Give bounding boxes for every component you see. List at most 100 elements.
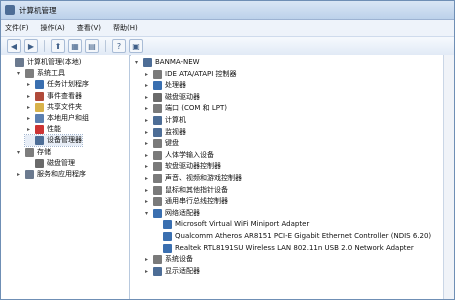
device-tree-item[interactable]: ▸ IDE ATA/ATAPI 控制器	[143, 69, 237, 80]
device-tree-item[interactable]: ▸ 键盘	[143, 138, 179, 149]
expander-icon[interactable]: ▸	[25, 115, 32, 122]
expander-icon[interactable]: ▾	[15, 149, 22, 156]
tree-node-icon	[153, 162, 162, 172]
menu-bar: 文件(F) 操作(A) 查看(V) 帮助(H)	[1, 20, 454, 37]
device-tree-item[interactable]: ▾ BANMA-NEW	[133, 57, 200, 68]
expander-icon[interactable]: ▸	[25, 93, 32, 100]
device-tree-item[interactable]: ▾ 网络适配器	[143, 208, 200, 219]
device-tree-item[interactable]: ▸ 声音、视频和游戏控制器	[143, 173, 242, 184]
expander-icon[interactable]: ▾	[15, 70, 22, 77]
tree-node-icon	[35, 125, 44, 135]
expander-icon[interactable]: ▸	[143, 268, 150, 275]
device-tree-item[interactable]: ▸ 监视器	[143, 127, 186, 138]
device-tree-item-label: 键盘	[165, 139, 179, 148]
device-tree-item[interactable]: ▸ 处理器	[143, 80, 186, 91]
expander-icon[interactable]: ▾	[133, 59, 140, 66]
tree-node-icon	[35, 158, 44, 168]
device-tree-item[interactable]: ▸ 端口 (COM 和 LPT)	[143, 103, 227, 114]
nav-tree-item[interactable]: ▾ 系统工具	[15, 68, 65, 79]
nav-tree-item[interactable]: ▸ 本地用户和组	[25, 113, 89, 124]
tree-node-icon	[153, 208, 162, 218]
nav-tree-item-label: 设备管理器	[47, 136, 82, 145]
expander-icon[interactable]: ▸	[15, 171, 22, 178]
forward-button[interactable]: ▶	[24, 39, 38, 53]
menu-help[interactable]: 帮助(H)	[113, 23, 138, 33]
tree-node-icon	[25, 147, 34, 157]
expander-icon[interactable]: ▸	[143, 152, 150, 159]
menu-action[interactable]: 操作(A)	[41, 23, 65, 33]
expander-icon[interactable]: ▸	[143, 198, 150, 205]
device-tree-item-label: 系统设备	[165, 255, 193, 264]
toolbar: ◀ ▶ ⬆ ▦ ▤ ? ▣	[1, 37, 454, 56]
expander-icon[interactable]: ▸	[143, 94, 150, 101]
expander-icon[interactable]: ▸	[25, 104, 32, 111]
device-tree-item[interactable]: Qualcomm Atheros AR8151 PCI-E Gigabit Et…	[153, 231, 431, 242]
tree-node-icon	[153, 69, 162, 79]
expander-icon[interactable]: ▸	[143, 117, 150, 124]
expander-icon[interactable]: ▸	[25, 126, 32, 133]
device-tree-item-label: 监视器	[165, 127, 186, 136]
device-tree-item[interactable]: ▸ 人体学输入设备	[143, 150, 214, 161]
nav-tree-item-label: 系统工具	[37, 69, 65, 78]
device-tree-item-label: 鼠标和其他指针设备	[165, 185, 228, 194]
device-tree-item-label: 端口 (COM 和 LPT)	[165, 104, 227, 113]
nav-tree-item[interactable]: ▸ 服务和应用程序	[15, 169, 86, 180]
nav-tree-item-label: 计算机管理(本地)	[27, 58, 82, 66]
nav-tree-item[interactable]: 计算机管理(本地)	[5, 57, 81, 68]
expander-icon[interactable]: ▸	[143, 82, 150, 89]
expander-icon[interactable]: ▸	[143, 187, 150, 194]
navigation-pane: 计算机管理(本地) ▾ 系统工具 ▸ 任务计划程序 ▸ 事件查看器 ▸ 共享文件夹 ▸ 本地用户和组…	[1, 55, 130, 299]
nav-tree-item-label: 性能	[47, 125, 61, 134]
menu-view[interactable]: 查看(V)	[77, 23, 101, 33]
device-tree-item[interactable]: ▸ 显示适配器	[143, 266, 200, 277]
expander-icon[interactable]: ▸	[143, 129, 150, 136]
app-window: 计算机管理 文件(F) 操作(A) 查看(V) 帮助(H) ◀ ▶ ⬆ ▦ ▤ …	[0, 0, 455, 300]
device-tree-item[interactable]: ▸ 鼠标和其他指针设备	[143, 185, 228, 196]
properties-button[interactable]: ▤	[85, 39, 99, 53]
expander-icon	[5, 59, 12, 66]
device-tree-item-label: 声音、视频和游戏控制器	[165, 174, 242, 182]
device-tree-item[interactable]: ▸ 通用串行总线控制器	[143, 196, 228, 207]
expander-icon[interactable]: ▸	[143, 140, 150, 147]
expander-icon[interactable]: ▾	[143, 210, 150, 217]
device-tree-item[interactable]: ▸ 磁盘驱动器	[143, 92, 200, 103]
device-tree-item[interactable]: ▸ 系统设备	[143, 254, 193, 265]
device-tree-item-label: 处理器	[165, 81, 186, 90]
menu-file[interactable]: 文件(F)	[5, 23, 29, 33]
tree-node-icon	[153, 150, 162, 160]
expander-icon[interactable]: ▸	[143, 71, 150, 78]
nav-tree-item[interactable]: 磁盘管理	[25, 158, 75, 169]
nav-tree-item[interactable]: ▾ 存储	[15, 147, 51, 158]
tree-node-icon	[153, 197, 162, 207]
vertical-scrollbar[interactable]	[443, 55, 454, 299]
device-tree-item-label: Microsoft Virtual WiFi Miniport Adapter	[175, 220, 310, 229]
nav-tree-item-label: 服务和应用程序	[37, 170, 86, 178]
back-button[interactable]: ◀	[7, 39, 21, 53]
nav-tree-item-label: 磁盘管理	[47, 158, 75, 167]
help-icon[interactable]: ?	[112, 39, 126, 53]
device-tree-item[interactable]: ▸ 软盘驱动器控制器	[143, 161, 221, 172]
device-tree-item-label: Qualcomm Atheros AR8151 PCI-E Gigabit Et…	[175, 232, 432, 240]
expander-icon[interactable]: ▸	[143, 163, 150, 170]
expander-icon[interactable]: ▸	[143, 175, 150, 182]
up-icon[interactable]: ⬆	[51, 39, 65, 53]
nav-tree-item[interactable]: ▸ 性能	[25, 124, 61, 135]
device-tree-item[interactable]: ▸ 计算机	[143, 115, 186, 126]
nav-tree-item[interactable]: 设备管理器	[24, 134, 83, 148]
nav-tree-item-label: 任务计划程序	[47, 80, 89, 89]
show-hide-tree-button[interactable]: ▦	[68, 39, 82, 53]
device-tree-item[interactable]: Realtek RTL8191SU Wireless LAN 802.11n U…	[153, 243, 414, 254]
nav-tree-item[interactable]: ▸ 共享文件夹	[25, 102, 82, 113]
device-icon[interactable]: ▣	[129, 39, 143, 53]
nav-tree-item[interactable]: ▸ 任务计划程序	[25, 79, 89, 90]
tree-node-icon	[153, 104, 162, 114]
expander-icon[interactable]: ▸	[25, 81, 32, 88]
expander-icon[interactable]: ▸	[143, 105, 150, 112]
tree-node-icon	[25, 69, 34, 79]
tree-node-icon	[35, 114, 44, 123]
tree-node-icon	[153, 139, 162, 149]
device-tree-item[interactable]: Microsoft Virtual WiFi Miniport Adapter	[153, 219, 309, 230]
nav-tree-item[interactable]: ▸ 事件查看器	[25, 91, 82, 102]
expander-icon[interactable]: ▸	[143, 256, 150, 263]
toolbar-separator	[44, 40, 45, 52]
